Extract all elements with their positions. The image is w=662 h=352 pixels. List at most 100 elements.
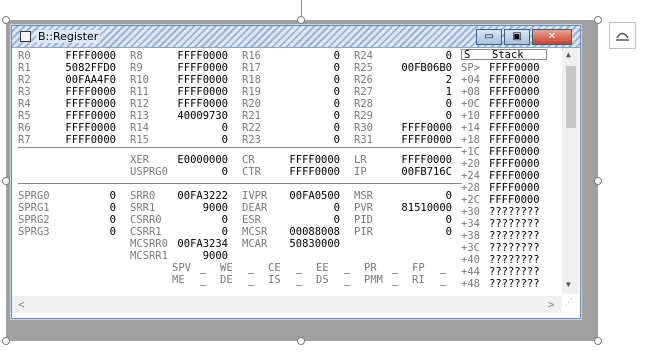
register-value[interactable]: FFFF0000 <box>50 86 116 98</box>
register-value[interactable]: 0 <box>58 202 116 214</box>
maximize-button[interactable]: ▣ <box>504 29 530 45</box>
register-value[interactable]: 0 <box>394 190 452 202</box>
resize-handle-top-left[interactable] <box>2 16 10 24</box>
stack-value[interactable]: FFFF0000 <box>489 134 540 146</box>
register-value[interactable]: 50830000 <box>284 238 340 250</box>
register-value[interactable]: 0 <box>274 86 340 98</box>
register-value[interactable]: 0 <box>170 226 228 238</box>
register-value[interactable]: 0 <box>274 110 340 122</box>
register-value[interactable]: 0 <box>394 226 452 238</box>
register-value[interactable]: FFFF0000 <box>50 122 116 134</box>
register-value[interactable]: 0 <box>394 214 452 226</box>
register-value[interactable]: FFFF0000 <box>396 154 452 166</box>
stack-value[interactable]: ???????? <box>489 266 540 278</box>
stack-value[interactable]: FFFF0000 <box>489 110 540 122</box>
register-value[interactable]: 0 <box>274 74 340 86</box>
flag-value[interactable]: _ <box>248 274 254 286</box>
stack-value[interactable]: FFFF0000 <box>489 122 540 134</box>
register-value[interactable]: FFFF0000 <box>162 86 228 98</box>
flag-value[interactable]: _ <box>392 274 398 286</box>
flag-value[interactable]: _ <box>344 262 350 274</box>
register-value[interactable]: FFFF0000 <box>162 74 228 86</box>
register-value[interactable]: 9000 <box>170 202 228 214</box>
scroll-up-icon[interactable]: ▲ <box>566 50 571 59</box>
stack-value[interactable]: FFFF0000 <box>489 74 540 86</box>
vertical-scroll-thumb[interactable] <box>566 66 576 128</box>
register-value[interactable]: 0 <box>274 122 340 134</box>
register-value[interactable]: 0 <box>282 214 340 226</box>
register-value[interactable]: FFFF0000 <box>284 154 340 166</box>
resize-handle-left[interactable] <box>2 177 10 185</box>
title-bar[interactable]: B::Register ▭ ▣ ✕ <box>12 26 580 48</box>
register-value[interactable]: 00FB716C <box>396 166 452 178</box>
register-value[interactable]: 9000 <box>172 250 228 262</box>
stack-value[interactable]: ???????? <box>489 254 540 266</box>
scroll-right-icon[interactable]: > <box>548 298 555 311</box>
layout-options-icon[interactable] <box>609 22 636 49</box>
scroll-left-icon[interactable]: < <box>18 298 25 311</box>
register-value[interactable]: 40009730 <box>162 110 228 122</box>
register-value[interactable]: 81510000 <box>394 202 452 214</box>
register-value[interactable]: 00FA3234 <box>172 238 228 250</box>
resize-handle-right[interactable] <box>594 177 602 185</box>
register-value[interactable]: FFFF0000 <box>162 50 228 62</box>
flag-value[interactable]: _ <box>344 274 350 286</box>
rotation-handle[interactable] <box>297 16 305 24</box>
stack-value[interactable]: FFFF0000 <box>489 194 540 206</box>
register-value[interactable]: FFFF0000 <box>50 50 116 62</box>
vertical-scrollbar[interactable]: ▲ ▼ <box>562 48 579 294</box>
resize-handle-bottom[interactable] <box>297 337 305 345</box>
register-value[interactable]: 5082FFD0 <box>50 62 116 74</box>
resize-grip-icon[interactable]: ⋰ <box>564 298 578 312</box>
stack-value[interactable]: FFFF0000 <box>489 62 540 74</box>
minimize-button[interactable]: ▭ <box>476 29 502 45</box>
stack-value[interactable]: ???????? <box>489 206 540 218</box>
register-value[interactable]: 0 <box>58 190 116 202</box>
stack-value[interactable]: FFFF0000 <box>489 86 540 98</box>
register-value[interactable]: FFFF0000 <box>50 98 116 110</box>
stack-value[interactable]: ???????? <box>489 242 540 254</box>
register-value[interactable]: FFFF0000 <box>50 110 116 122</box>
flag-value[interactable]: _ <box>296 262 302 274</box>
stack-value[interactable]: ???????? <box>489 278 540 290</box>
register-value[interactable]: 0 <box>386 110 452 122</box>
flag-value[interactable]: _ <box>440 274 446 286</box>
register-value[interactable]: 1 <box>386 86 452 98</box>
stack-value[interactable]: ???????? <box>489 230 540 242</box>
flag-value[interactable]: _ <box>440 262 446 274</box>
stack-value[interactable]: ???????? <box>489 218 540 230</box>
stack-value[interactable]: FFFF0000 <box>489 146 540 158</box>
register-value[interactable]: FFFF0000 <box>162 62 228 74</box>
register-value[interactable]: 0 <box>162 134 228 146</box>
resize-handle-bottom-left[interactable] <box>2 337 10 345</box>
resize-handle-bottom-right[interactable] <box>594 337 602 345</box>
register-value[interactable]: FFFF0000 <box>386 134 452 146</box>
register-value[interactable]: 0 <box>170 214 228 226</box>
register-value[interactable]: 00FAA4F0 <box>50 74 116 86</box>
stack-value[interactable]: FFFF0000 <box>489 170 540 182</box>
register-value[interactable]: FFFF0000 <box>284 166 340 178</box>
register-value[interactable]: 0 <box>58 226 116 238</box>
register-value[interactable]: 0 <box>386 98 452 110</box>
register-value[interactable]: 0 <box>282 202 340 214</box>
register-value[interactable]: 0 <box>274 134 340 146</box>
register-value[interactable]: 0 <box>274 62 340 74</box>
register-value[interactable]: E0000000 <box>172 154 228 166</box>
stack-header[interactable]: S Stack <box>461 49 547 61</box>
flag-value[interactable]: _ <box>392 262 398 274</box>
register-value[interactable]: FFFF0000 <box>386 122 452 134</box>
register-value[interactable]: 00FA0500 <box>282 190 340 202</box>
register-value[interactable]: 0 <box>172 166 228 178</box>
register-value[interactable]: 0 <box>386 50 452 62</box>
register-value[interactable]: FFFF0000 <box>162 98 228 110</box>
register-value[interactable]: 00088008 <box>282 226 340 238</box>
register-value[interactable]: FFFF0000 <box>50 134 116 146</box>
resize-handle-top-right[interactable] <box>594 16 602 24</box>
flag-value[interactable]: _ <box>200 274 206 286</box>
flag-value[interactable]: _ <box>296 274 302 286</box>
stack-value[interactable]: FFFF0000 <box>489 158 540 170</box>
horizontal-scrollbar[interactable]: < > <box>12 296 562 313</box>
register-value[interactable]: 0 <box>274 50 340 62</box>
close-button[interactable]: ✕ <box>532 29 572 45</box>
register-value[interactable]: 2 <box>386 74 452 86</box>
